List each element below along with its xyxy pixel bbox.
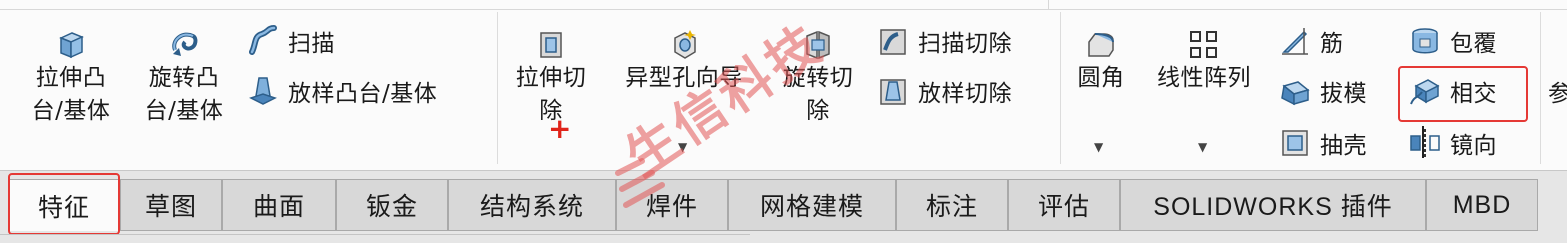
- tab-sheet-metal[interactable]: 钣金: [336, 179, 448, 231]
- loft-cut-button[interactable]: 放样切除: [876, 72, 1012, 110]
- ribbon-top-divider: [1048, 0, 1567, 10]
- group-separator: [1060, 12, 1061, 164]
- sweep-cut-icon: [880, 29, 906, 55]
- fillet-dropdown-icon[interactable]: ▼: [1094, 140, 1103, 154]
- mirror-icon: [1410, 129, 1440, 157]
- tab-sketch[interactable]: 草图: [120, 179, 222, 231]
- hole-wizard-label: 异型孔向导: [625, 65, 743, 91]
- tab-label: 焊件: [645, 192, 698, 221]
- extrude-boss-button[interactable]: 拉伸凸 台/基体: [22, 28, 120, 128]
- shell-label: 抽壳: [1320, 133, 1367, 159]
- tab-dimxpert[interactable]: 标注: [896, 179, 1008, 231]
- draft-icon: [1281, 81, 1310, 106]
- hole-wizard-button[interactable]: 异型孔向导: [610, 28, 758, 95]
- shell-icon: [1282, 130, 1308, 156]
- extrude-boss-label: 拉伸凸 台/基体: [31, 65, 111, 124]
- tab-mesh-modeling[interactable]: 网格建模: [728, 179, 896, 231]
- loft-boss-button[interactable]: 放样凸台/基体: [246, 72, 437, 110]
- revolve-cut-label: 旋转切 除: [782, 65, 854, 124]
- rib-button[interactable]: 筋: [1278, 22, 1344, 60]
- loft-cut-label: 放样切除: [918, 81, 1012, 107]
- tab-label: 网格建模: [759, 192, 864, 221]
- intersect-highlight: [1398, 66, 1528, 122]
- fillet-icon: [1088, 33, 1114, 57]
- sweep-button[interactable]: 扫描: [246, 22, 335, 60]
- group-separator: [1540, 12, 1541, 164]
- loft-cut-icon: [880, 79, 906, 105]
- rib-label: 筋: [1320, 31, 1344, 57]
- wrap-button[interactable]: 包覆: [1408, 22, 1497, 60]
- tab-weldments[interactable]: 焊件: [616, 179, 728, 231]
- sweep-label: 扫描: [288, 31, 335, 57]
- draft-button[interactable]: 拔模: [1278, 72, 1367, 110]
- linear-pattern-button[interactable]: 线性阵列: [1145, 28, 1263, 95]
- red-plus-icon: +: [548, 112, 572, 145]
- tab-label: 钣金: [365, 192, 418, 221]
- feature-ribbon: 拉伸凸 台/基体 旋转凸 台/基体 扫描 放样凸台/基体 拉伸切 除 + 异型孔…: [0, 0, 1567, 170]
- loft-boss-icon: [249, 77, 277, 105]
- extrude-boss-icon: [59, 32, 84, 59]
- tab-label: 结构系统: [479, 192, 584, 221]
- fillet-button[interactable]: 圆角: [1070, 28, 1132, 95]
- linear-pattern-icon: [1190, 31, 1217, 58]
- hole-wizard-dropdown-icon[interactable]: ▼: [678, 140, 687, 154]
- sweep-cut-button[interactable]: 扫描切除: [876, 22, 1012, 60]
- tab-label: SOLIDWORKS 插件: [1153, 193, 1393, 221]
- draft-label: 拔模: [1320, 81, 1367, 107]
- group-separator: [497, 12, 498, 164]
- linear-pattern-dropdown-icon[interactable]: ▼: [1198, 140, 1207, 154]
- loft-boss-label: 放样凸台/基体: [288, 81, 438, 107]
- sweep-icon: [249, 25, 277, 55]
- tab-solidworks-addins[interactable]: SOLIDWORKS 插件: [1120, 179, 1426, 231]
- extrude-cut-icon: [540, 32, 562, 58]
- tab-surfaces[interactable]: 曲面: [222, 179, 336, 231]
- revolve-boss-button[interactable]: 旋转凸 台/基体: [135, 28, 233, 128]
- reference-geometry-button[interactable]: 参: [1548, 72, 1567, 110]
- tab-label: 曲面: [252, 192, 305, 221]
- tab-evaluate[interactable]: 评估: [1008, 179, 1120, 231]
- sweep-cut-label: 扫描切除: [918, 31, 1012, 57]
- shell-button[interactable]: 抽壳: [1278, 124, 1367, 162]
- revolve-boss-icon: [172, 32, 198, 56]
- tab-mbd[interactable]: MBD: [1426, 179, 1538, 231]
- mirror-label: 镜向: [1450, 133, 1497, 159]
- features-tab-highlight: [8, 173, 120, 235]
- reference-geometry-label: 参: [1548, 81, 1567, 107]
- revolve-cut-button[interactable]: 旋转切 除: [772, 28, 864, 128]
- tab-label: MBD: [1452, 190, 1512, 219]
- tab-label: 草图: [144, 192, 197, 221]
- linear-pattern-label: 线性阵列: [1157, 65, 1251, 91]
- tab-label: 评估: [1037, 192, 1090, 221]
- revolve-cut-icon: [806, 30, 830, 60]
- tab-label: 标注: [925, 192, 978, 221]
- tab-bottom-border: [0, 234, 750, 235]
- text-cursor: [1422, 126, 1424, 158]
- hole-wizard-icon: [674, 30, 696, 59]
- tab-structure-system[interactable]: 结构系统: [448, 179, 616, 231]
- rib-icon: [1282, 28, 1308, 55]
- wrap-icon: [1412, 28, 1438, 54]
- wrap-label: 包覆: [1450, 31, 1497, 57]
- command-manager-tabs: 特征 草图 曲面 钣金 结构系统 焊件 网格建模 标注 评估 SOLIDWORK…: [0, 170, 1567, 243]
- revolve-boss-label: 旋转凸 台/基体: [144, 65, 224, 124]
- fillet-label: 圆角: [1077, 65, 1125, 91]
